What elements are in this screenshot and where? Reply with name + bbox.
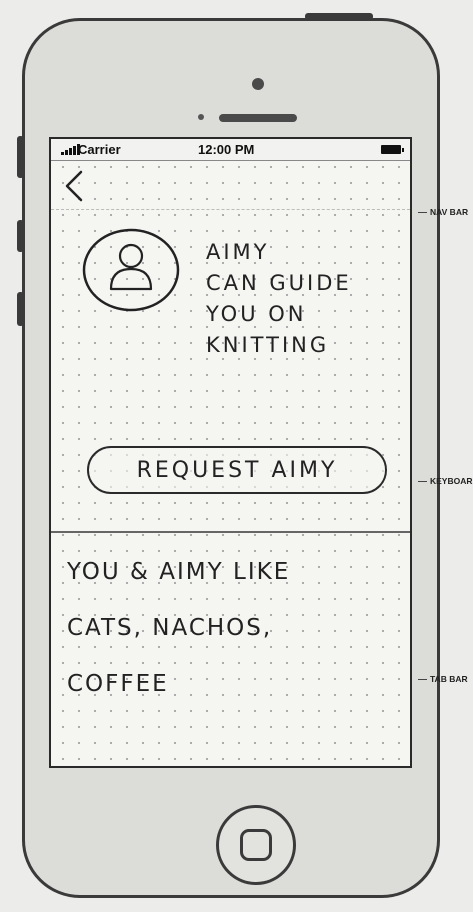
camera (252, 78, 264, 90)
keyboard-annotation: KEYBOARD (430, 476, 473, 486)
carrier-label: Carrier (78, 142, 121, 157)
guide-message-line: CAN GUIDE (206, 271, 352, 295)
user-avatar-icon (82, 228, 180, 312)
earpiece-speaker (219, 114, 297, 122)
request-aimy-button[interactable]: REQUEST AIMY (87, 446, 387, 494)
tab-bar-annotation-tick (418, 679, 427, 680)
guide-message-line: YOU ON (206, 302, 307, 326)
home-button-icon[interactable] (216, 805, 296, 885)
guide-message: AIMY CAN GUIDE YOU ON KNITTING (206, 237, 406, 361)
nav-bar-annotation: NAV BAR (430, 207, 469, 217)
sensor (198, 114, 204, 120)
chevron-left-icon[interactable] (63, 169, 85, 203)
status-bar: Carrier 12:00 PM (51, 139, 410, 161)
tab-bar-annotation: TAB BAR (430, 674, 468, 684)
power-button (305, 13, 373, 20)
guide-message-line: AIMY (206, 240, 270, 264)
interest-line: YOU & AIMY LIKE (67, 559, 291, 585)
keyboard-annotation-tick (418, 481, 427, 482)
interest-line: COFFEE (67, 671, 169, 697)
nav-bar-annotation-tick (418, 212, 427, 213)
mute-switch (17, 136, 24, 178)
guide-message-line: KNITTING (206, 333, 330, 357)
interest-line: CATS, NACHOS, (67, 615, 273, 641)
volume-up-button (17, 220, 24, 252)
section-divider (51, 531, 410, 533)
battery-icon (381, 145, 404, 154)
volume-down-button (17, 292, 24, 326)
shared-interests: YOU & AIMY LIKE CATS, NACHOS, COFFEE (67, 544, 397, 712)
status-time: 12:00 PM (198, 142, 255, 157)
nav-bar-divider (51, 209, 410, 210)
home-button-square (240, 829, 272, 861)
phone-screen: Carrier 12:00 PM AIMY CAN GUIDE YOU ON K… (49, 137, 412, 768)
